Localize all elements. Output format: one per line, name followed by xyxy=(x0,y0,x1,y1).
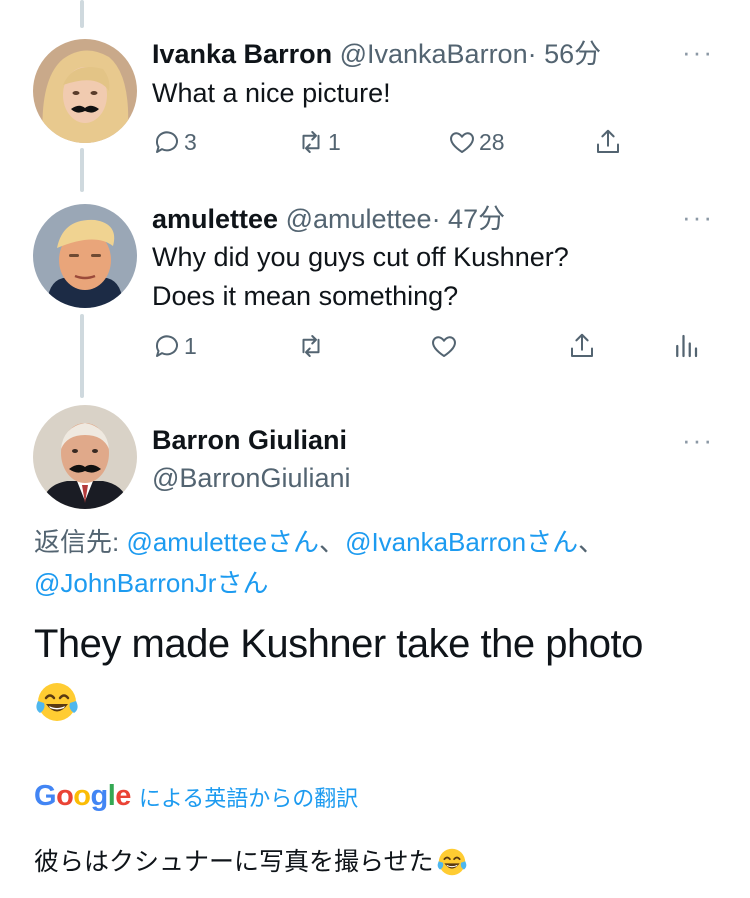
reply-to-line: 返信先: @amuletteeさん、@IvankaBarronさん、 @JohnB… xyxy=(34,522,724,604)
tweet1-like-count: 28 xyxy=(479,128,505,155)
analytics-icon xyxy=(676,334,698,358)
tweet1-reply-count: 3 xyxy=(184,128,197,155)
main-tweet-emoji-row xyxy=(34,672,643,728)
tweet2-header: amulettee @amulettee· 47分 xyxy=(152,202,505,236)
avatar-barron-giuliani[interactable] xyxy=(33,405,137,509)
tweet2-reply-count: 1 xyxy=(184,332,197,359)
tweet2-reply-button[interactable]: 1 xyxy=(152,331,197,361)
tweet1-author-name[interactable]: Ivanka Barron xyxy=(152,39,332,69)
tweet2-author-handle[interactable]: @amulettee xyxy=(286,204,432,234)
tweet1-reply-button[interactable]: 3 xyxy=(152,127,197,157)
tweet2-timestamp[interactable]: · 47分 xyxy=(432,204,506,234)
tweet2-text-line2: Does it mean something? xyxy=(152,281,459,311)
share-icon xyxy=(571,333,593,357)
tears-of-joy-emoji-icon xyxy=(437,848,466,876)
thread-line-2 xyxy=(80,314,84,398)
retweet-icon xyxy=(302,335,320,357)
avatar-ivanka[interactable] xyxy=(33,39,137,143)
tweet2-more-icon[interactable]: ··· xyxy=(682,204,714,230)
reply-to-suffix-2[interactable]: さん xyxy=(526,527,578,557)
tweet1-retweet-count: 1 xyxy=(328,128,341,155)
reply-to-suffix-3[interactable]: さん xyxy=(216,568,268,598)
tweet1-retweet-button[interactable]: 1 xyxy=(296,127,341,157)
reply-icon xyxy=(155,131,178,153)
tweet2-actions: 1 xyxy=(152,331,712,367)
tweet1-timestamp[interactable]: · 56分 xyxy=(528,39,602,69)
thread-line-1 xyxy=(80,148,84,192)
google-logo-o2: o xyxy=(73,780,91,812)
reply-to-sep-1: 、 xyxy=(319,527,346,557)
reply-to-suffix-1[interactable]: さん xyxy=(267,527,319,557)
translated-text-body: 彼らはクシュナーに写真を撮らせた xyxy=(34,848,434,876)
tweet1-actions: 3 1 28 xyxy=(152,127,712,163)
reply-to-link-amulettee[interactable]: @amulettee xyxy=(126,527,267,557)
tweet1-more-icon[interactable]: ··· xyxy=(682,39,714,65)
google-logo-g2: g xyxy=(90,780,109,812)
reply-to-link-johnbarronjr[interactable]: @JohnBarronJr xyxy=(34,568,216,598)
tweet1-share-button[interactable] xyxy=(593,127,623,157)
tweet2-retweet-button[interactable] xyxy=(296,331,326,361)
tweet2-author-name[interactable]: amulettee xyxy=(152,204,278,234)
tweet2-analytics-button[interactable] xyxy=(671,331,701,361)
google-logo-o1: o xyxy=(56,780,74,812)
google-logo-g: G xyxy=(34,780,57,812)
avatar-amulettee[interactable] xyxy=(33,204,137,308)
tweet2-text-line1: Why did you guys cut off Kushner? xyxy=(152,242,569,272)
translate-label[interactable]: による英語からの翻訳 xyxy=(139,781,358,813)
share-icon xyxy=(597,129,619,153)
main-tweet-more-icon[interactable]: ··· xyxy=(682,427,714,453)
main-tweet-text-line1: They made Kushner take the photo xyxy=(34,622,643,666)
main-tweet-author-handle[interactable]: @BarronGiuliani xyxy=(152,461,351,495)
like-icon xyxy=(450,132,474,153)
translate-attribution[interactable]: Google による英語からの翻訳 xyxy=(34,780,358,813)
main-tweet-text: They made Kushner take the photo xyxy=(34,616,643,728)
reply-to-sep-2: 、 xyxy=(578,527,605,557)
tweet1-text: What a nice picture! xyxy=(152,78,391,108)
thread-line-top xyxy=(80,0,84,28)
retweet-icon xyxy=(302,131,320,153)
reply-to-prefix: 返信先: xyxy=(34,527,127,557)
tweet1-header: Ivanka Barron @IvankaBarron· 56分 xyxy=(152,37,601,71)
tweet2-like-button[interactable] xyxy=(429,331,459,361)
google-logo-e: e xyxy=(115,780,131,812)
tweet2-text: Why did you guys cut off Kushner? Does i… xyxy=(152,238,569,316)
tweet2-share-button[interactable] xyxy=(567,331,597,361)
like-icon xyxy=(432,336,456,357)
tweet1-author-handle[interactable]: @IvankaBarron xyxy=(340,39,528,69)
reply-to-link-ivankabarron[interactable]: @IvankaBarron xyxy=(345,527,526,557)
translated-text: 彼らはクシュナーに写真を撮らせた xyxy=(34,844,468,880)
main-tweet-author-name[interactable]: Barron Giuliani xyxy=(152,422,347,458)
tears-of-joy-emoji-icon xyxy=(36,683,78,722)
google-logo: Google xyxy=(34,780,131,813)
reply-icon xyxy=(155,335,178,357)
tweet1-like-button[interactable]: 28 xyxy=(447,127,505,157)
